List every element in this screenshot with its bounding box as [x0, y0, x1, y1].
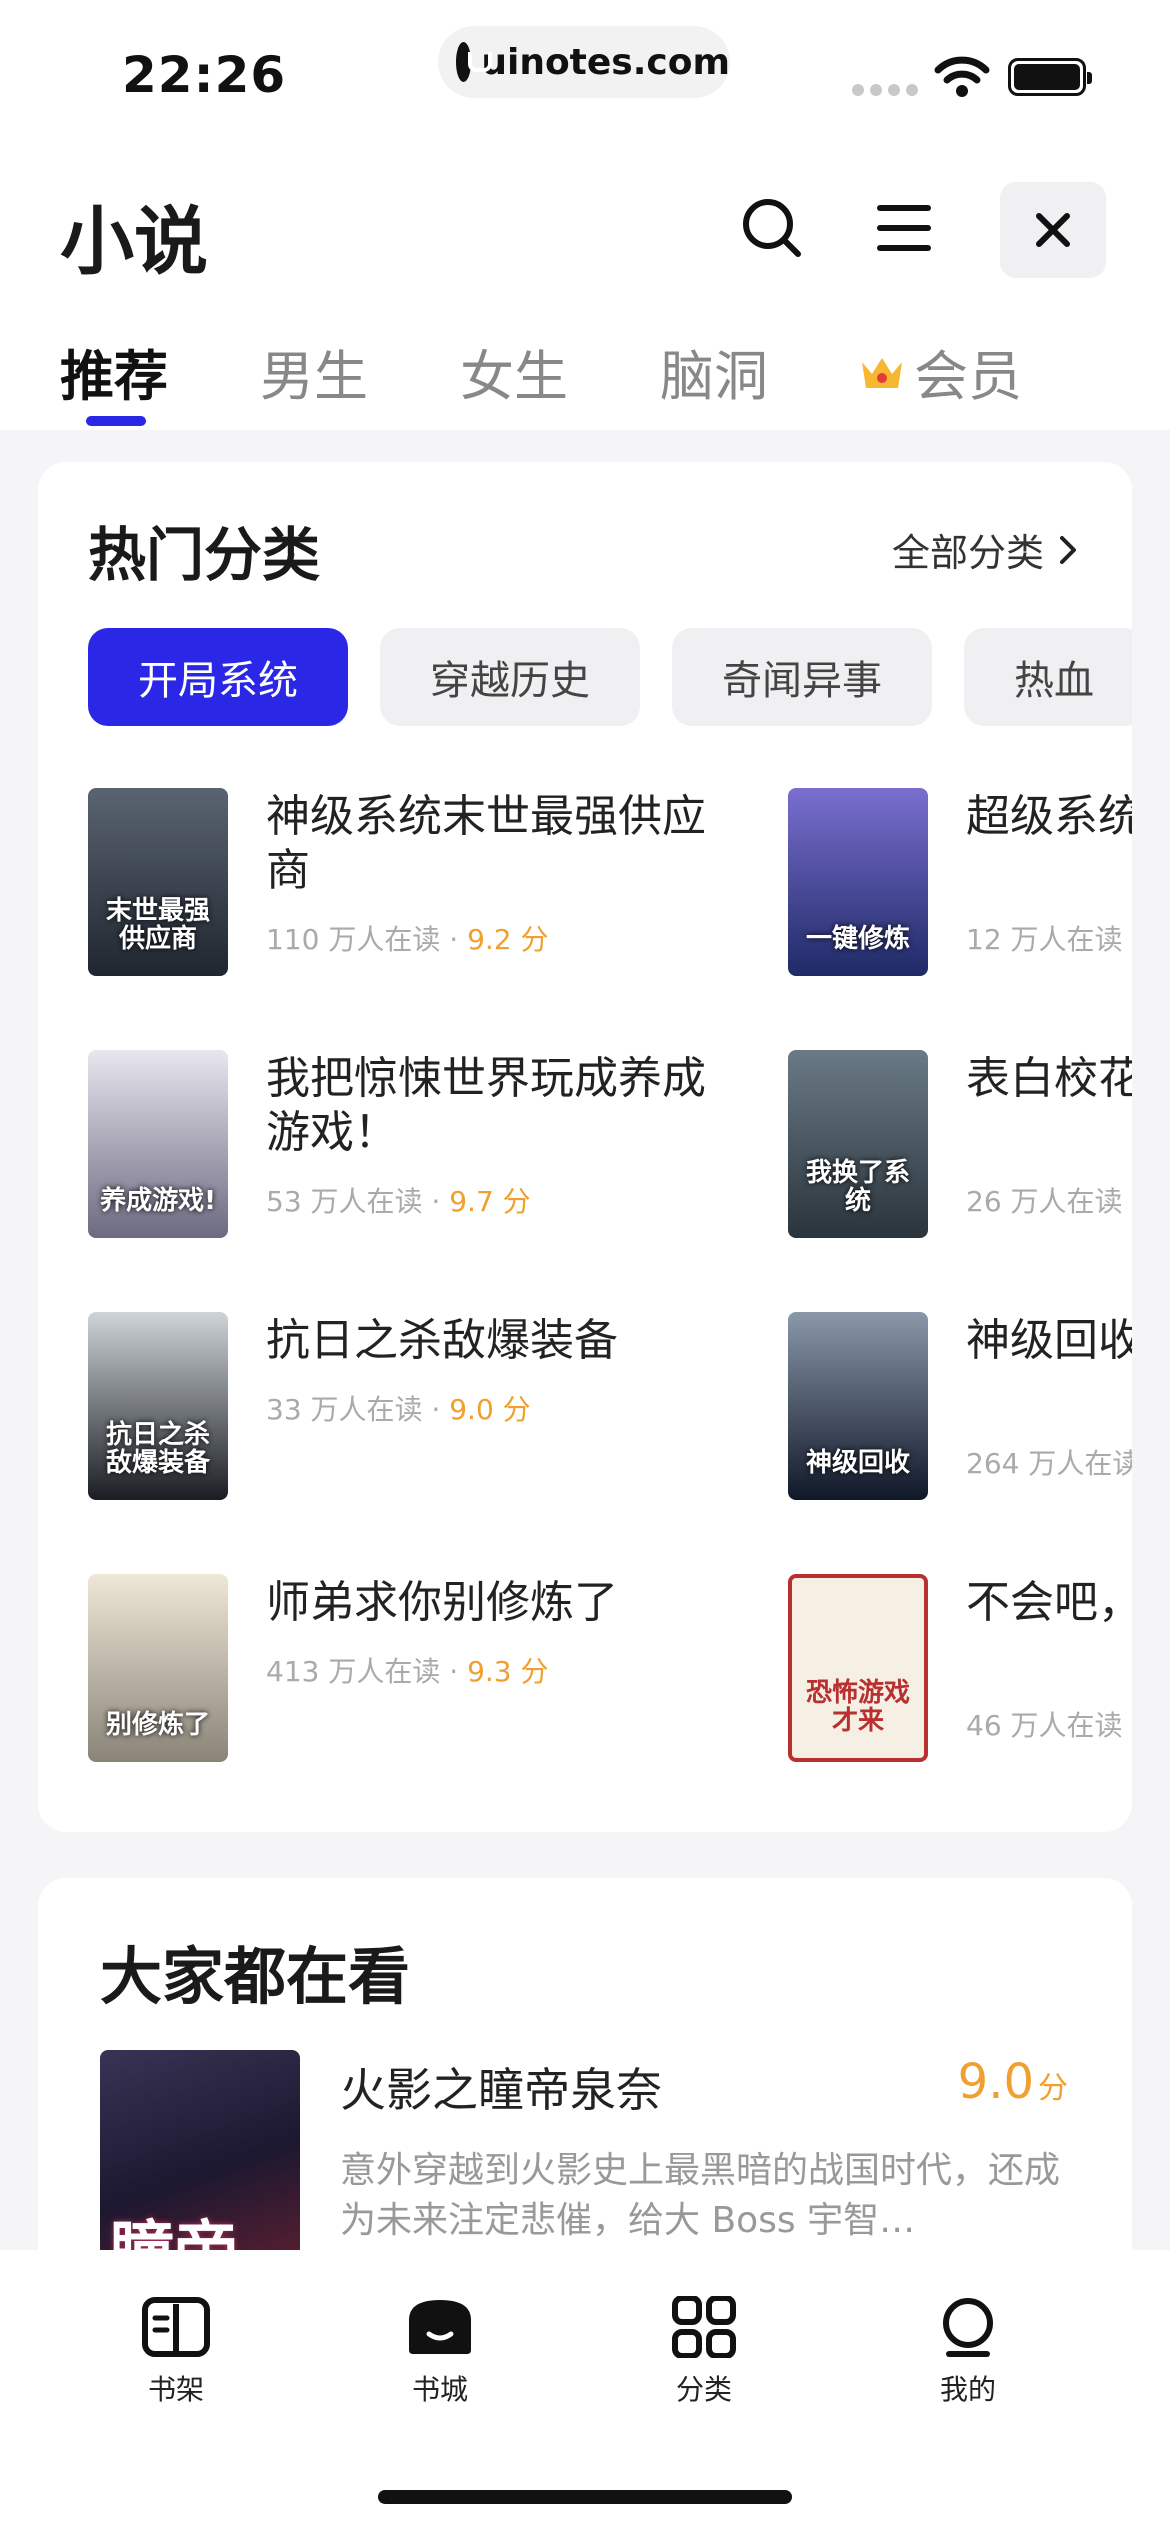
section-title: 热门分类 [88, 521, 321, 589]
nav-label: 书架 [147, 2373, 204, 2406]
featured-book-score: 9.0 分 [957, 2054, 1068, 2110]
book-cover: 养成游戏! [88, 1050, 228, 1238]
book-title: 神级系统末世最强供应商 [266, 791, 706, 896]
tab-female[interactable]: 女生 [460, 332, 568, 411]
book-meta: 413 万人在读 · 9.3 分 [266, 1655, 549, 1688]
book-cover: 我换了系统 [788, 1050, 928, 1238]
nav-profile[interactable]: 我的 [898, 2296, 1038, 2408]
book-title: 神级回收级 999 [966, 1315, 1132, 1366]
category-icon [672, 2296, 736, 2358]
tab-vip[interactable]: 会员 [860, 332, 1022, 411]
battery-icon [1008, 58, 1092, 96]
header: 小说 推荐 男生 女生 脑洞 会员 [0, 140, 1170, 430]
book-cover: 神级回收 [788, 1312, 928, 1500]
book-meta: 33 万人在读 · 9.0 分 [266, 1393, 531, 1426]
chip-start-system[interactable]: 开局系统 [88, 628, 348, 726]
signal-icon [852, 84, 918, 96]
tab-label: 脑洞 [660, 345, 768, 408]
tab-label: 女生 [460, 345, 568, 408]
book-item[interactable]: 抗日之杀敌爆装备 抗日之杀敌爆装备 33 万人在读 · 9.0 分 [88, 1312, 728, 1502]
book-item[interactable]: 恐怖游戏才来 不会吧，了，恐怖 46 万人在读 [788, 1574, 1132, 1764]
menu-icon[interactable] [874, 200, 934, 256]
chip-hot-blood[interactable]: 热血 [964, 628, 1132, 726]
nav-label: 书城 [411, 2373, 468, 2406]
home-indicator [378, 2490, 792, 2504]
tab-brainhole[interactable]: 脑洞 [660, 332, 768, 411]
tab-recommend[interactable]: 推荐 [60, 332, 168, 411]
book-meta: 264 万人在读 [966, 1447, 1132, 1480]
url-pill[interactable]: uinotes.com [438, 26, 730, 98]
tab-label: 推荐 [60, 345, 168, 408]
nav-label: 分类 [675, 2373, 732, 2406]
book-item[interactable]: 神级回收 神级回收级 999 264 万人在读 [788, 1312, 1132, 1502]
profile-icon [943, 2298, 993, 2357]
book-title: 超级系统倍增幅 [966, 791, 1132, 842]
book-item[interactable]: 别修炼了 师弟求你别修炼了 413 万人在读 · 9.3 分 [88, 1574, 728, 1764]
tab-male[interactable]: 男生 [260, 332, 368, 411]
url-text: uinotes.com [481, 41, 730, 83]
site-logo-icon [456, 42, 493, 82]
featured-book-desc: 意外穿越到火影史上最黑暗的战国时代，还成为未来注定悲催，给大 Boss 宇智… [340, 2150, 1061, 2241]
section-title: 大家都在看 [100, 1940, 411, 2013]
book-item[interactable]: 养成游戏! 我把惊悚世界玩成养成游戏！ 53 万人在读 · 9.7 分 [88, 1050, 728, 1240]
status-time: 22:26 [122, 46, 287, 104]
book-cover: 恐怖游戏才来 [788, 1574, 928, 1762]
tab-label: 男生 [260, 345, 368, 408]
chip-time-travel[interactable]: 穿越历史 [380, 628, 640, 726]
popular-card: 大家都在看 瞳帝 火影之瞳帝泉奈 9.0分 意外穿越到火影史上最黑暗的战国时代，… [38, 1878, 1132, 2298]
chevron-right-icon [1060, 535, 1076, 564]
nav-bookstore[interactable]: 书城 [370, 2296, 510, 2408]
book-cover: 末世最强供应商 [88, 788, 228, 976]
bookshelf-icon [142, 2297, 210, 2357]
book-meta: 53 万人在读 · 9.7 分 [266, 1185, 531, 1218]
book-title: 不会吧，了，恐怖 [966, 1577, 1132, 1628]
category-chips: 开局系统 穿越历史 奇闻异事 热血 [88, 628, 1132, 726]
tab-indicator [86, 416, 146, 426]
all-categories-label: 全部分类 [891, 531, 1044, 575]
featured-book-title[interactable]: 火影之瞳帝泉奈 [340, 2054, 662, 2120]
status-bar: 22:26 uinotes.com [0, 0, 1170, 140]
search-icon[interactable] [740, 196, 804, 260]
book-cover: 别修炼了 [88, 1574, 228, 1762]
all-categories-link[interactable]: 全部分类 [892, 522, 1078, 577]
nav-category[interactable]: 分类 [634, 2296, 774, 2408]
book-meta: 110 万人在读 · 9.2 分 [266, 923, 549, 956]
book-title: 师弟求你别修炼了 [266, 1577, 618, 1628]
book-cover: 一键修炼 [788, 788, 928, 976]
close-button[interactable] [1000, 182, 1106, 278]
wifi-icon [934, 56, 990, 97]
nav-bookshelf[interactable]: 书架 [106, 2296, 246, 2408]
close-icon [1036, 213, 1070, 247]
book-title: 表白校花拒，我换 [966, 1053, 1132, 1104]
hot-categories-card: 热门分类 全部分类 开局系统 穿越历史 奇闻异事 热血 末世最强供应商 神级系统… [38, 462, 1132, 1832]
page-title: 小说 [60, 199, 208, 285]
book-meta: 26 万人在读 [966, 1185, 1123, 1218]
book-item[interactable]: 末世最强供应商 神级系统末世最强供应商 110 万人在读 · 9.2 分 [88, 788, 728, 978]
book-title: 我把惊悚世界玩成养成游戏！ [266, 1053, 706, 1158]
chip-strange-tales[interactable]: 奇闻异事 [672, 628, 932, 726]
book-item[interactable]: 一键修炼 超级系统倍增幅 12 万人在读 [788, 788, 1132, 978]
book-cover: 抗日之杀敌爆装备 [88, 1312, 228, 1500]
tab-label: 会员 [914, 345, 1022, 408]
book-title: 抗日之杀敌爆装备 [266, 1315, 618, 1366]
book-meta: 12 万人在读 [966, 923, 1123, 956]
crown-icon [862, 357, 902, 388]
book-meta: 46 万人在读 [966, 1709, 1123, 1742]
bookstore-icon [409, 2300, 471, 2354]
nav-label: 我的 [939, 2373, 996, 2406]
book-item[interactable]: 我换了系统 表白校花拒，我换 26 万人在读 [788, 1050, 1132, 1240]
tab-bar: 推荐 男生 女生 脑洞 会员 [0, 332, 1170, 430]
